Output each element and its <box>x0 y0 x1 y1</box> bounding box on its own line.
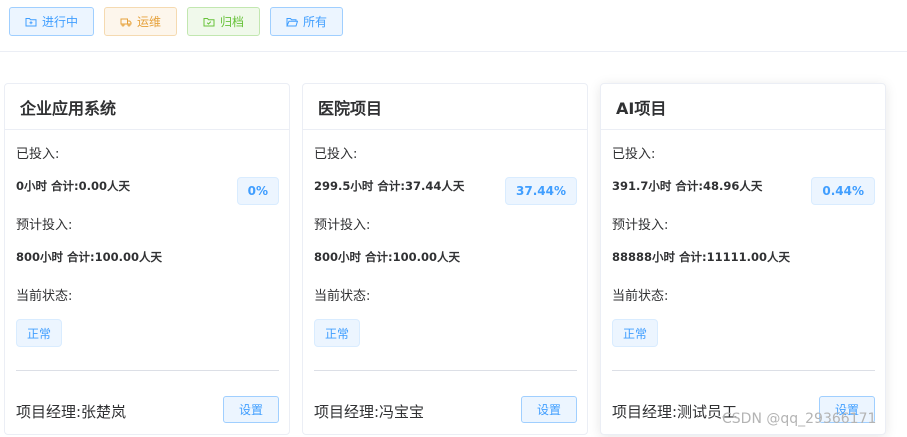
progress-percent-badge: 37.44% <box>505 177 577 205</box>
status-tag: 正常 <box>612 319 658 347</box>
card-header: AI项目 <box>601 84 885 130</box>
invested-label: 已投入: <box>612 147 656 162</box>
project-manager: 项目经理:张楚岚 <box>16 403 127 421</box>
project-card: 企业应用系统 已投入: 0小时 合计:0.00人天 0% 预计投入: 800小时… <box>4 83 290 435</box>
filter-archived-button[interactable]: 归档 <box>187 7 260 36</box>
invested-label: 已投入: <box>16 147 60 162</box>
divider <box>612 370 875 371</box>
divider <box>16 370 279 371</box>
filter-label: 运维 <box>136 15 161 29</box>
folder-checked-icon <box>203 17 215 26</box>
divider <box>314 370 577 371</box>
invested-value: 0小时 合计:0.00人天 <box>16 179 130 193</box>
filter-ops-button[interactable]: 运维 <box>104 7 177 36</box>
project-manager: 项目经理:冯宝宝 <box>314 403 425 421</box>
card-title: AI项目 <box>616 98 667 118</box>
filter-label: 所有 <box>302 15 327 29</box>
status-label: 当前状态: <box>16 289 73 304</box>
progress-percent-badge: 0.44% <box>811 177 875 205</box>
watermark: CSDN @qq_29366171 <box>722 411 877 427</box>
status-label: 当前状态: <box>612 289 669 304</box>
status-tag: 正常 <box>314 319 360 347</box>
planned-label: 预计投入: <box>314 218 371 233</box>
status-label: 当前状态: <box>314 289 371 304</box>
folder-add-icon <box>25 17 37 26</box>
filter-toolbar: 进行中 运维 归档 所有 <box>0 0 907 52</box>
filter-label: 进行中 <box>41 15 78 29</box>
planned-value: 88888小时 合计:11111.00人天 <box>612 250 790 264</box>
card-header: 企业应用系统 <box>5 84 289 130</box>
status-tag: 正常 <box>16 319 62 347</box>
progress-percent-badge: 0% <box>236 177 279 205</box>
planned-label: 预计投入: <box>612 218 669 233</box>
settings-button[interactable]: 设置 <box>521 396 577 423</box>
filter-in-progress-button[interactable]: 进行中 <box>9 7 94 36</box>
card-title: 医院项目 <box>318 98 383 118</box>
truck-icon <box>120 18 132 26</box>
card-header: 医院项目 <box>303 84 587 130</box>
invested-value: 299.5小时 合计:37.44人天 <box>314 179 465 193</box>
project-manager: 项目经理:测试员工 <box>612 403 738 421</box>
invested-label: 已投入: <box>314 147 358 162</box>
project-card: 医院项目 已投入: 299.5小时 合计:37.44人天 37.44% 预计投入… <box>302 83 588 435</box>
folder-opened-icon <box>286 17 298 26</box>
planned-value: 800小时 合计:100.00人天 <box>16 250 162 264</box>
filter-label: 归档 <box>219 15 244 29</box>
settings-button[interactable]: 设置 <box>223 396 279 423</box>
planned-value: 800小时 合计:100.00人天 <box>314 250 460 264</box>
project-card: AI项目 已投入: 391.7小时 合计:48.96人天 0.44% 预计投入:… <box>600 83 886 435</box>
filter-all-button[interactable]: 所有 <box>270 7 343 36</box>
planned-label: 预计投入: <box>16 218 73 233</box>
card-title: 企业应用系统 <box>20 98 117 118</box>
invested-value: 391.7小时 合计:48.96人天 <box>612 179 763 193</box>
